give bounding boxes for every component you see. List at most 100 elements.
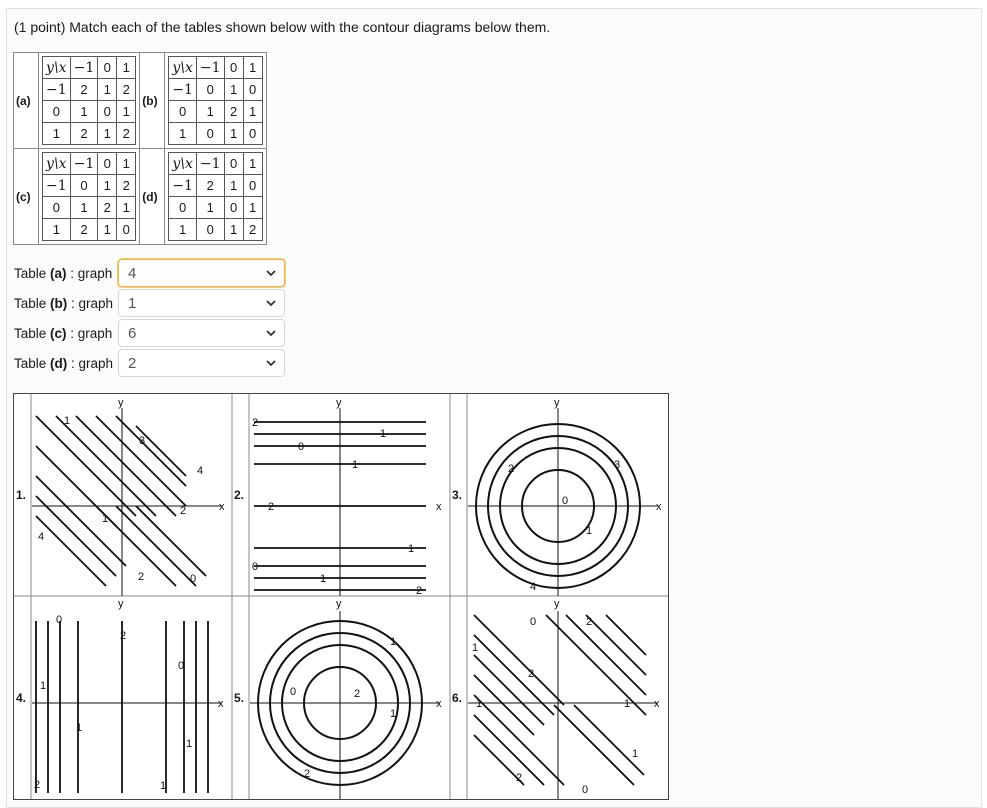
contour-label: 2 [138, 571, 144, 583]
table-row: 1212 [42, 122, 137, 145]
axis-y-label: y [554, 598, 560, 610]
contour-label: 1 [632, 748, 638, 760]
contour-label: 0 [298, 441, 304, 453]
axis-x-label: x [654, 698, 660, 710]
table-cell: 0 [242, 78, 263, 101]
table-c-label: (c) [13, 148, 39, 245]
table-cell: 1 [195, 100, 225, 123]
graph-select-a[interactable]: 4 [118, 259, 285, 287]
contour-label: 0 [252, 561, 258, 573]
contour-label: 3 [614, 459, 620, 471]
table-cell: 2 [116, 122, 137, 145]
contour-graph-3: y x 2 3 0 1 4 [468, 397, 662, 596]
chevron-down-icon [266, 270, 276, 277]
table-cell: 1 [116, 196, 137, 219]
answer-row-d: Table (d) : graph 2 [14, 349, 285, 377]
table-cell: 2 [97, 196, 118, 219]
axis-y-label: y [554, 397, 560, 409]
graph-select-d[interactable]: 2 [118, 349, 285, 377]
table-row-header: 1 [168, 122, 197, 145]
table-d: y\x −1 0 1 −1 2 1 0 0 1 0 1 1 0 1 2 [168, 152, 263, 241]
graph-1-number: 1. [16, 488, 27, 502]
graph-3-number: 3. [452, 488, 463, 502]
table-cell: 1 [97, 122, 118, 145]
contour-label: 1 [102, 513, 108, 525]
contour-label: 2 [416, 585, 422, 596]
contour-label: 2 [508, 463, 514, 475]
tables-grid: (a) y\x −1 0 1 −1 2 1 2 0 1 0 1 1 2 1 2 (b) y\x −1 0 1 −1 0 1… [13, 52, 267, 245]
contour-graph-2: y x 2 1 0 1 2 1 0 1 2 [252, 397, 442, 596]
table-row-header: −1 [42, 78, 71, 101]
axis-y-label: y [118, 598, 124, 610]
contour-graph-1: y x 1 3 4 2 1 4 2 0 [32, 397, 225, 596]
table-corner-cell: y\x [42, 152, 71, 175]
axis-x-label: x [436, 698, 442, 710]
contour-graph-5: y x 1 0 2 1 2 [250, 598, 442, 799]
table-header-cell: −1 [69, 152, 99, 175]
table-cell: 2 [223, 100, 244, 123]
table-row-header: 0 [168, 196, 197, 219]
table-cell: 1 [97, 174, 118, 197]
table-row: 0121 [168, 100, 263, 123]
contour-label: 1 [586, 525, 592, 537]
table-cell: 2 [69, 218, 99, 241]
chevron-down-icon [266, 330, 276, 337]
table-b: y\x −1 0 1 −1 0 1 0 0 1 2 1 1 0 1 0 [168, 56, 263, 145]
contour-label: 2 [120, 630, 126, 642]
contour-label: 2 [516, 772, 522, 784]
axis-x-label: x [219, 501, 225, 513]
table-row: 0121 [42, 196, 137, 219]
table-row-header: 0 [168, 100, 197, 123]
answer-row-a: Table (a) : graph 4 [14, 259, 285, 287]
contour-label: 0 [178, 660, 184, 672]
graph-5-number: 5. [234, 691, 245, 705]
table-cell: 1 [242, 196, 263, 219]
contour-label: 2 [586, 616, 592, 628]
contour-label: 0 [530, 616, 536, 628]
table-cell: 1 [195, 196, 225, 219]
table-a: y\x −1 0 1 −1 2 1 2 0 1 0 1 1 2 1 2 [42, 56, 137, 145]
table-row: 1012 [168, 218, 263, 241]
graph-6-number: 6. [452, 691, 463, 705]
contour-label: 0 [290, 686, 296, 698]
graph-select-c[interactable]: 6 [118, 319, 285, 347]
axis-x-label: x [436, 501, 442, 513]
contour-label: 2 [34, 779, 40, 791]
graph-4-number: 4. [16, 691, 27, 705]
table-cell: 0 [195, 218, 225, 241]
contour-label: 1 [76, 722, 82, 734]
table-corner-cell: y\x [168, 152, 197, 175]
contour-label: 1 [160, 780, 166, 792]
table-cell: 2 [242, 218, 263, 241]
table-cell: 0 [242, 122, 263, 145]
table-row: −1 2 1 0 [168, 174, 263, 197]
table-row-header: 0 [42, 196, 71, 219]
table-header-cell: −1 [195, 152, 225, 175]
table-cell: 1 [69, 100, 99, 123]
table-cell: 1 [116, 100, 137, 123]
contour-label: 1 [380, 428, 386, 440]
contour-label: 1 [408, 543, 414, 555]
contour-label: 1 [40, 680, 46, 692]
table-cell: 0 [195, 78, 225, 101]
table-row-header: 1 [168, 218, 197, 241]
table-cell: 2 [116, 174, 137, 197]
table-row-header: −1 [168, 174, 197, 197]
chevron-down-icon [266, 300, 276, 307]
contour-label: 2 [304, 768, 310, 780]
axis-y-label: y [118, 397, 124, 409]
contour-label: 4 [530, 581, 536, 593]
table-c: y\x −1 0 1 −1 0 1 2 0 1 2 1 1 2 1 0 [42, 152, 137, 241]
contour-label: 0 [582, 784, 588, 796]
graph-select-b[interactable]: 1 [118, 289, 285, 317]
contour-label: 1 [352, 459, 358, 471]
table-row-header: −1 [42, 174, 71, 197]
table-header-cell: −1 [69, 56, 99, 79]
contour-label: 2 [268, 501, 274, 513]
table-corner-cell: y\x [42, 56, 71, 79]
table-row-header: 1 [42, 122, 71, 145]
table-cell: 2 [69, 122, 99, 145]
table-header-cell: 1 [242, 56, 263, 79]
contour-label: 1 [186, 738, 192, 750]
table-a-label: (a) [13, 52, 39, 149]
